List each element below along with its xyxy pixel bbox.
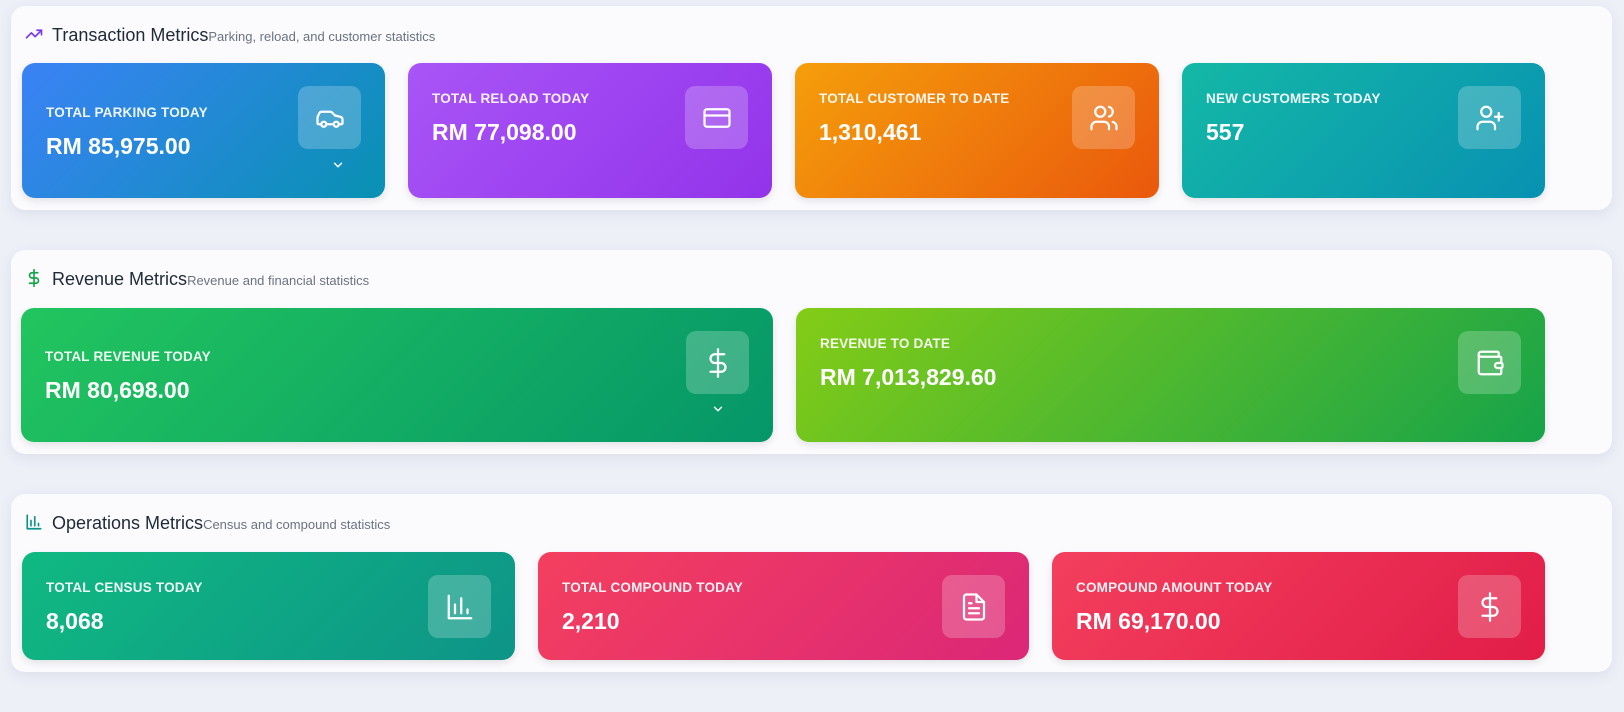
card-label: REVENUE TO DATE: [820, 336, 951, 351]
card-value: RM 7,013,829.60: [820, 364, 997, 390]
total-revenue-card[interactable]: TOTAL REVENUE TODAY RM 80,698.00: [21, 308, 773, 442]
revenue-to-date-card: REVENUE TO DATE RM 7,013,829.60: [796, 308, 1545, 442]
bar-chart-icon: [26, 514, 42, 530]
card-label: COMPOUND AMOUNT TODAY: [1076, 580, 1273, 595]
chevron-down-icon[interactable]: [331, 158, 345, 172]
card-value: 2,210: [562, 608, 620, 634]
card-value: 557: [1206, 119, 1245, 145]
chevron-down-icon[interactable]: [711, 402, 725, 416]
dollar-sign-icon-box: [686, 331, 749, 394]
users-icon: [1089, 105, 1118, 130]
operations-metrics-header: Operations Metrics Census and compound s…: [25, 511, 390, 534]
card-label: TOTAL CENSUS TODAY: [46, 580, 203, 595]
wallet-icon-box: [1458, 331, 1521, 394]
dollar-sign-icon: [708, 347, 727, 378]
card-label: TOTAL CUSTOMER TO DATE: [819, 91, 1010, 106]
credit-card-icon-box: [685, 86, 748, 149]
section-title: Revenue Metrics: [52, 269, 188, 289]
revenue-metrics-section: Revenue Metrics Revenue and financial st…: [11, 250, 1612, 454]
transaction-metrics-header: Transaction Metrics Parking, reload, and…: [25, 23, 435, 46]
card-label: TOTAL REVENUE TODAY: [45, 349, 211, 364]
file-text-icon: [962, 592, 985, 621]
dollar-sign-icon: [1480, 591, 1499, 622]
total-reload-card: TOTAL RELOAD TODAY RM 77,098.00: [408, 63, 772, 198]
card-label: TOTAL RELOAD TODAY: [432, 91, 590, 106]
total-parking-card[interactable]: TOTAL PARKING TODAY RM 85,975.00: [22, 63, 385, 198]
section-subtitle: Parking, reload, and customer statistics: [208, 29, 436, 44]
card-value: 8,068: [46, 608, 104, 634]
section-subtitle: Revenue and financial statistics: [187, 273, 370, 288]
section-title: Transaction Metrics: [52, 25, 209, 45]
total-census-card: TOTAL CENSUS TODAY 8,068: [22, 552, 515, 660]
card-value: 1,310,461: [819, 119, 922, 145]
total-customer-card: TOTAL CUSTOMER TO DATE 1,310,461: [795, 63, 1159, 198]
credit-card-icon: [702, 107, 731, 128]
card-label: TOTAL PARKING TODAY: [46, 105, 208, 120]
card-value: RM 77,098.00: [432, 119, 577, 145]
bar-chart-icon-box: [428, 575, 491, 638]
card-value: RM 69,170.00: [1076, 608, 1221, 634]
card-value: RM 85,975.00: [46, 133, 191, 159]
card-label: TOTAL COMPOUND TODAY: [562, 580, 744, 595]
card-value: RM 80,698.00: [45, 377, 190, 403]
user-plus-icon: [1475, 105, 1504, 130]
trending-up-icon: [25, 29, 43, 39]
file-text-icon-box: [942, 575, 1005, 638]
user-plus-icon-box: [1458, 86, 1521, 149]
wallet-icon: [1477, 350, 1504, 375]
dollar-sign-icon-box: [1458, 575, 1521, 638]
card-label: NEW CUSTOMERS TODAY: [1206, 91, 1381, 106]
section-subtitle: Census and compound statistics: [203, 517, 391, 532]
new-customers-card: NEW CUSTOMERS TODAY 557: [1182, 63, 1545, 198]
transaction-metrics-section: Transaction Metrics Parking, reload, and…: [11, 6, 1612, 210]
users-icon-box: [1072, 86, 1135, 149]
operations-metrics-section: Operations Metrics Census and compound s…: [11, 494, 1612, 672]
section-title: Operations Metrics: [52, 513, 204, 533]
bar-chart-icon: [447, 594, 472, 619]
car-icon: [315, 110, 344, 128]
total-compound-card: TOTAL COMPOUND TODAY 2,210: [538, 552, 1029, 660]
dollar-sign-icon: [28, 269, 40, 287]
car-icon-box: [298, 86, 361, 149]
compound-amount-card: COMPOUND AMOUNT TODAY RM 69,170.00: [1052, 552, 1545, 660]
revenue-metrics-header: Revenue Metrics Revenue and financial st…: [25, 267, 369, 290]
